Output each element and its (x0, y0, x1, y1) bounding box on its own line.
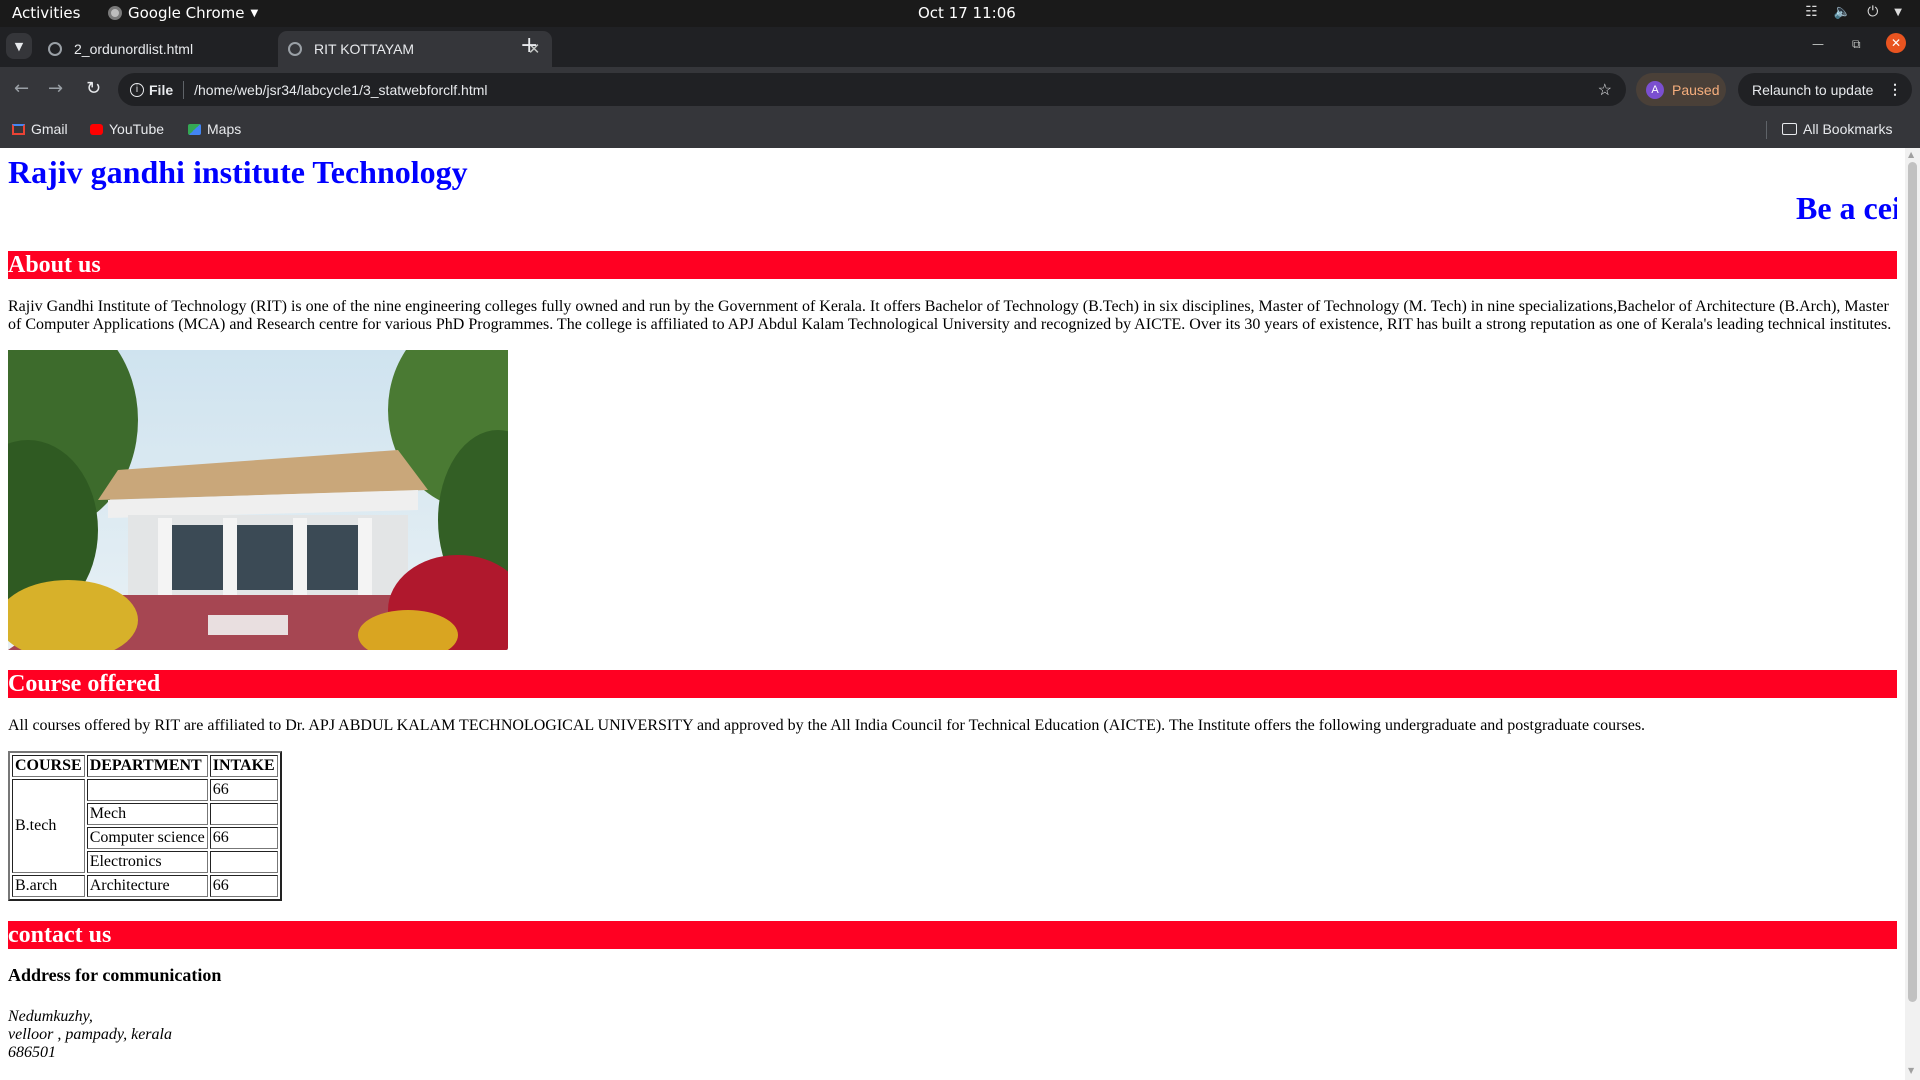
restore-button[interactable]: ⧉ (1852, 37, 1861, 52)
department-cell: Mech (86, 803, 208, 825)
volume-icon: 🔈 (1833, 4, 1852, 20)
course-heading: Course offered (8, 670, 1897, 698)
address-heading: Address for communication (8, 965, 222, 985)
avatar: A (1646, 80, 1664, 99)
globe-icon (48, 42, 62, 56)
marquee: Be a cei (8, 190, 1897, 234)
chrome-icon (108, 6, 122, 20)
vertical-scrollbar[interactable]: ▲ ▼ (1905, 148, 1920, 1080)
globe-icon (288, 42, 302, 56)
address-bar[interactable]: i File /home/web/jsr34/labcycle1/3_statw… (118, 73, 1626, 106)
file-chip[interactable]: File (149, 82, 173, 98)
caret-down-icon: ▼ (250, 7, 259, 19)
intake-cell: 66 (209, 875, 278, 897)
profile-button[interactable]: A Paused (1636, 73, 1726, 106)
col-intake: INTAKE (209, 755, 278, 777)
system-top-bar: Activities Google Chrome ▼ Oct 17 11:06 … (0, 0, 1920, 27)
tab-rit-kottayam[interactable]: RIT KOTTAYAM ✕ (278, 31, 552, 67)
relaunch-label: Relaunch to update (1752, 81, 1874, 98)
table-header-row: COURSE DEPARTMENT INTAKE (12, 755, 278, 777)
maps-icon (188, 123, 201, 135)
address-line: 686501 (8, 1044, 56, 1061)
page-viewport: Rajiv gandhi institute Technology Be a c… (0, 148, 1905, 1080)
profile-status: Paused (1672, 81, 1720, 98)
all-bookmarks-label: All Bookmarks (1803, 121, 1893, 137)
course-text: All courses offered by RIT are affiliate… (8, 717, 1646, 734)
divider (1766, 121, 1767, 139)
reload-icon[interactable]: ↻ (86, 78, 101, 99)
browser-toolbar: ← → ↻ i File /home/web/jsr34/labcycle1/3… (0, 67, 1920, 112)
more-vert-icon[interactable]: ⋮ (1888, 81, 1902, 98)
info-icon[interactable]: i (130, 82, 144, 97)
power-icon: ⏻ (1867, 4, 1879, 20)
department-cell (86, 779, 208, 801)
scroll-up-icon[interactable]: ▲ (1908, 150, 1914, 159)
bookmark-label: YouTube (109, 121, 165, 137)
bookmark-youtube[interactable]: YouTube (90, 121, 164, 137)
course-cell: B.arch (12, 875, 85, 897)
scrollbar-thumb[interactable] (1908, 162, 1917, 1002)
minimize-button[interactable]: — (1812, 37, 1824, 51)
department-cell: Computer science (86, 827, 208, 849)
all-bookmarks-button[interactable]: All Bookmarks (1782, 121, 1892, 137)
course-table: COURSE DEPARTMENT INTAKE B.tech 66 Mech … (8, 751, 282, 901)
tab-title: RIT KOTTAYAM (314, 41, 415, 57)
activities-button[interactable]: Activities (12, 4, 80, 22)
address-block: Nedumkuzhy, velloor , pampady, kerala 68… (8, 1008, 172, 1062)
col-course: COURSE (12, 755, 85, 777)
intake-cell: 66 (209, 827, 278, 849)
marquee-text: Be a cei (1796, 190, 1897, 226)
department-cell: Electronics (86, 851, 208, 873)
app-menu-label: Google Chrome (128, 4, 245, 22)
intake-cell (209, 851, 278, 873)
address-line: velloor , pampady, kerala (8, 1026, 172, 1043)
url-text[interactable]: /home/web/jsr34/labcycle1/3_statwebforcl… (194, 82, 1598, 98)
table-row: B.tech 66 (12, 779, 278, 873)
tab-title: 2_ordunordlist.html (74, 41, 194, 57)
clock[interactable]: Oct 17 11:06 (918, 4, 1016, 22)
divider (183, 80, 185, 99)
bookmark-star-icon[interactable]: ☆ (1598, 80, 1612, 100)
youtube-icon (90, 123, 103, 135)
site-title: Rajiv gandhi institute Technology (8, 154, 468, 190)
table-row: B.arch Architecture 66 (12, 875, 278, 897)
folder-icon (1782, 123, 1797, 135)
gmail-icon (12, 123, 25, 135)
window-close-button[interactable]: ✕ (1886, 33, 1906, 53)
chevron-down-icon: ▼ (14, 39, 24, 53)
intake-cell (209, 803, 278, 825)
campus-photo-image (8, 350, 508, 650)
bookmark-label: Gmail (31, 121, 68, 137)
department-cell: Architecture (86, 875, 208, 897)
about-heading: About us (8, 251, 1897, 279)
tab-search-button[interactable]: ▼ (6, 33, 32, 59)
intake-cell: 66 (209, 779, 278, 801)
network-icon: ☷ (1805, 4, 1818, 20)
bookmark-maps[interactable]: Maps (188, 121, 241, 137)
campus-photo (8, 350, 508, 650)
contact-heading: contact us (8, 921, 1897, 949)
caret-down-icon: ▼ (1894, 6, 1902, 18)
bookmarks-bar: Gmail YouTube Maps All Bookmarks (0, 112, 1920, 148)
tab-strip: ▼ 2_ordunordlist.html ✕ RIT KOTTAYAM ✕ +… (0, 27, 1920, 67)
back-arrow-icon[interactable]: ← (14, 78, 29, 99)
course-cell: B.tech (12, 779, 85, 873)
address-line: Nedumkuzhy, (8, 1008, 93, 1025)
scroll-down-icon[interactable]: ▼ (1908, 1066, 1914, 1075)
forward-arrow-icon[interactable]: → (48, 78, 63, 99)
tab-ordunordlist[interactable]: 2_ordunordlist.html ✕ (38, 31, 312, 67)
about-text: Rajiv Gandhi Institute of Technology (RI… (8, 298, 1892, 333)
relaunch-button[interactable]: Relaunch to update ⋮ (1738, 73, 1912, 106)
bookmark-gmail[interactable]: Gmail (12, 121, 68, 137)
system-tray[interactable]: ☷ 🔈 ⏻ ▼ (1805, 4, 1902, 20)
col-department: DEPARTMENT (86, 755, 208, 777)
new-tab-button[interactable]: + (520, 33, 538, 58)
bookmark-label: Maps (207, 121, 242, 137)
app-menu[interactable]: Google Chrome ▼ (108, 4, 258, 22)
